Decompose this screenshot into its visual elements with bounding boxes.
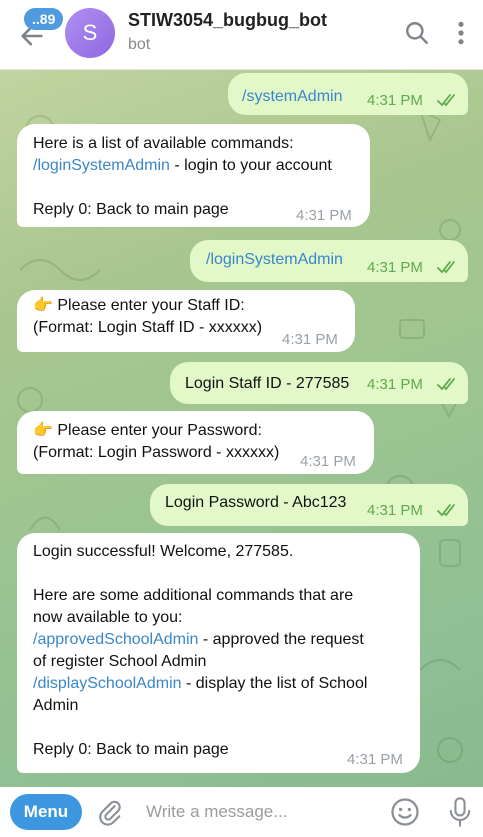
read-checkmarks-icon: [437, 94, 455, 107]
read-checkmarks-icon: [437, 261, 455, 274]
more-options-icon[interactable]: [448, 20, 474, 46]
message-line: Here is a list of available commands:: [33, 135, 294, 152]
command-link[interactable]: /systemAdmin: [242, 88, 342, 105]
incoming-message[interactable]: Here is a list of available commands: /lo…: [17, 124, 370, 227]
outgoing-message[interactable]: Login Staff ID - 277585 4:31 PM: [170, 362, 468, 404]
attach-icon[interactable]: [96, 798, 124, 826]
message-line: /approvedSchoolAdmin - approved the requ…: [33, 629, 404, 651]
message-timestamp: 4:31 PM: [367, 259, 423, 276]
message-line: [33, 717, 404, 739]
message-line: [33, 563, 404, 585]
message-line: [33, 177, 354, 199]
read-checkmarks-icon: [437, 378, 455, 391]
search-icon[interactable]: [404, 20, 430, 46]
avatar[interactable]: S: [65, 8, 115, 58]
message-line: 👉 Please enter your Password:: [33, 422, 262, 439]
microphone-icon[interactable]: [446, 796, 474, 828]
incoming-message[interactable]: 👉 Please enter your Password: (Format: Lo…: [17, 411, 374, 474]
message-line: now available to you:: [33, 609, 183, 626]
message-line: of register School Admin: [33, 653, 207, 670]
message-timestamp: 4:31 PM: [300, 453, 356, 470]
outgoing-message[interactable]: /systemAdmin 4:31 PM: [228, 73, 468, 115]
message-line: /loginSystemAdmin - login to your accoun…: [33, 155, 354, 177]
command-description: - approved the request: [198, 631, 364, 648]
incoming-message[interactable]: 👉 Please enter your Staff ID: (Format: Lo…: [17, 290, 355, 352]
message-timestamp: 4:31 PM: [347, 751, 403, 768]
command-description: - display the list of School: [181, 675, 368, 692]
command-link[interactable]: /loginSystemAdmin: [206, 251, 343, 268]
read-checkmarks-icon: [437, 504, 455, 517]
outgoing-message[interactable]: /loginSystemAdmin 4:31 PM: [190, 240, 468, 282]
message-timestamp: 4:31 PM: [367, 502, 423, 519]
incoming-message[interactable]: Login successful! Welcome, 277585. Here …: [17, 533, 420, 773]
unread-count-badge: ..89: [24, 8, 64, 30]
message-line: 👉 Please enter your Staff ID:: [33, 297, 245, 314]
outgoing-message[interactable]: Login Password - Abc123 4:31 PM: [150, 484, 468, 526]
chat-title[interactable]: STIW3054_bugbug_bot: [128, 10, 327, 31]
composer-bar: Menu: [0, 787, 483, 837]
message-timestamp: 4:31 PM: [282, 331, 338, 348]
message-timestamp: 4:31 PM: [296, 207, 352, 224]
command-link[interactable]: /approvedSchoolAdmin: [33, 631, 198, 648]
menu-button[interactable]: Menu: [10, 794, 82, 830]
message-timestamp: 4:31 PM: [367, 92, 423, 109]
message-line: Admin: [33, 697, 79, 714]
chat-subtitle: bot: [128, 36, 151, 53]
command-description: - login to your account: [169, 157, 332, 174]
chat-header: ..89 S STIW3054_bugbug_bot bot: [0, 0, 483, 70]
command-link[interactable]: /loginSystemAdmin: [33, 157, 170, 174]
message-input[interactable]: [146, 797, 376, 827]
message-line: Here are some additional commands that a…: [33, 587, 354, 604]
command-link[interactable]: /displaySchoolAdmin: [33, 675, 182, 692]
message-line: Login successful! Welcome, 277585.: [33, 543, 294, 560]
emoji-icon[interactable]: [390, 797, 420, 827]
message-timestamp: 4:31 PM: [367, 376, 423, 393]
message-line: /displaySchoolAdmin - display the list o…: [33, 673, 404, 695]
